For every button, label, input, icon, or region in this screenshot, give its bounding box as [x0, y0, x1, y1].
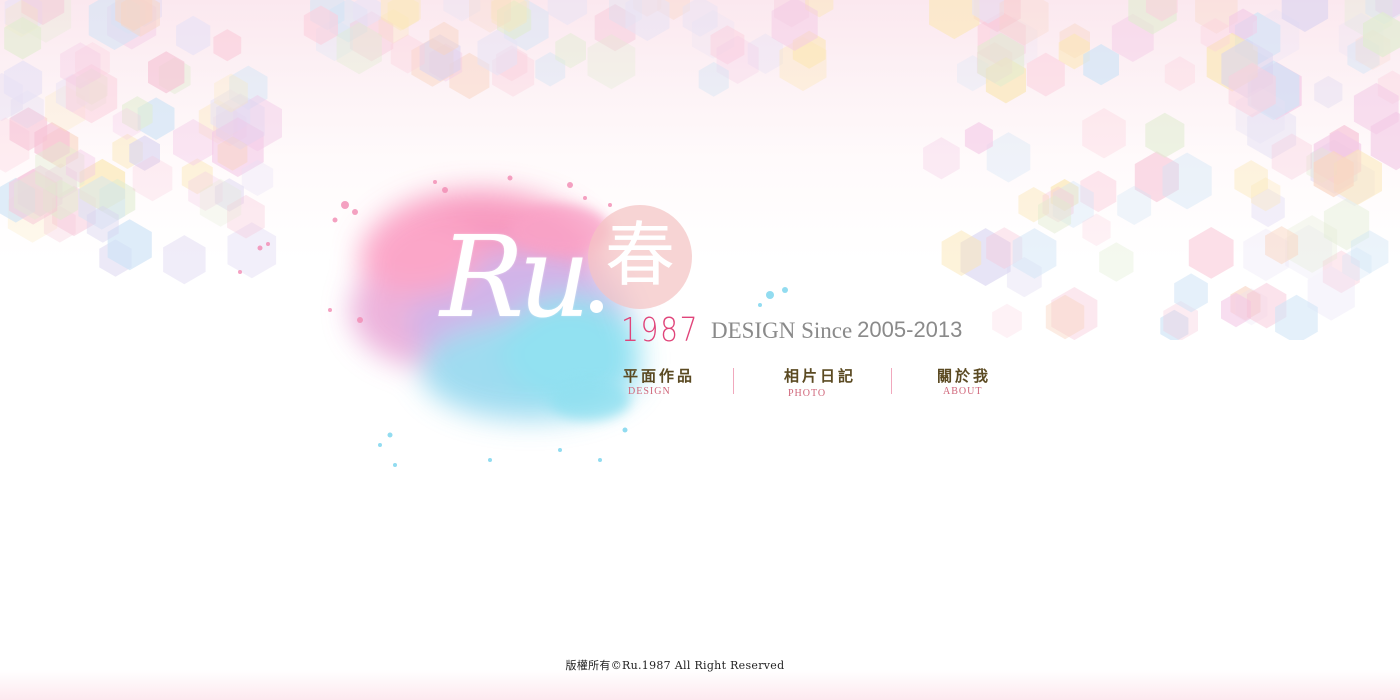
- nav-item-photo[interactable]: 相片日記 PHOTO: [784, 366, 856, 400]
- nav-label-en: PHOTO: [788, 388, 827, 399]
- nav-label-en: ABOUT: [943, 386, 983, 397]
- spring-seal-icon: 春: [588, 205, 692, 309]
- logo-ru[interactable]: Ru: [440, 222, 590, 334]
- hexagon-shape: [1099, 242, 1134, 282]
- logo-dot: [590, 300, 603, 313]
- hexagon-shape: [923, 137, 960, 180]
- brand-tagline: 1987 DESIGN Since 2005-2013: [621, 313, 962, 346]
- nav-label-zh: 平面作品: [623, 367, 696, 385]
- design-since-label: DESIGN Since: [710, 318, 853, 343]
- hexagon-shape: [986, 132, 1031, 183]
- years-range: 2005-2013: [857, 317, 963, 342]
- hexagon-shape: [1314, 75, 1343, 109]
- hexagon-shape: [547, 0, 588, 26]
- hexagon-shape: [1145, 112, 1185, 158]
- homepage: 春 Ru 1987 DESIGN Since 2005-2013 平面作品 DE…: [0, 0, 1400, 700]
- hexagon-shape: [176, 15, 211, 56]
- copyright-text: 版權所有©Ru.1987 All Right Reserved: [565, 659, 785, 672]
- brand-year: 1987: [621, 310, 700, 349]
- hexagon-shape: [1082, 108, 1126, 159]
- nav-divider: [891, 368, 892, 394]
- spring-character: 春: [605, 214, 675, 296]
- nav-label-en: DESIGN: [628, 386, 671, 397]
- nav-label-zh: 關於我: [937, 367, 992, 385]
- nav-label-zh: 相片日記: [784, 367, 857, 385]
- hexagon-shape: [213, 29, 242, 62]
- hexagon-shape: [992, 303, 1022, 339]
- nav-item-about[interactable]: 關於我 ABOUT: [937, 366, 991, 398]
- nav-divider: [733, 368, 734, 394]
- hexagon-shape: [1188, 227, 1234, 279]
- hexagon-shape: [163, 235, 206, 285]
- hexagon-shape: [929, 0, 980, 40]
- main-nav: 平面作品 DESIGN 相片日記 PHOTO 關於我 ABOUT: [0, 366, 1400, 406]
- hexagon-shape: [1164, 56, 1195, 92]
- nav-item-design[interactable]: 平面作品 DESIGN: [623, 366, 695, 398]
